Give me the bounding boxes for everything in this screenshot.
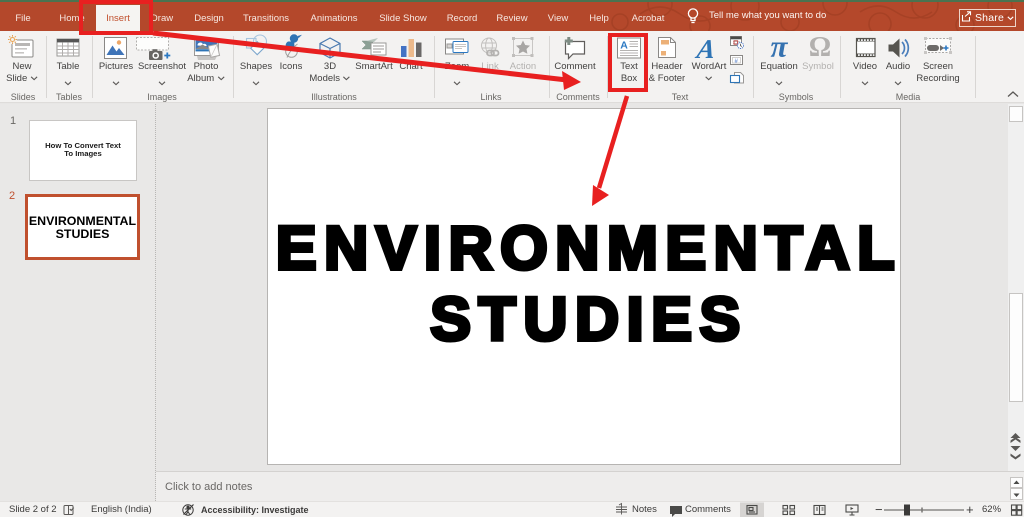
svg-text:π: π: [771, 31, 789, 64]
svg-text:Ω: Ω: [809, 32, 831, 63]
svg-text:A: A: [693, 34, 717, 64]
